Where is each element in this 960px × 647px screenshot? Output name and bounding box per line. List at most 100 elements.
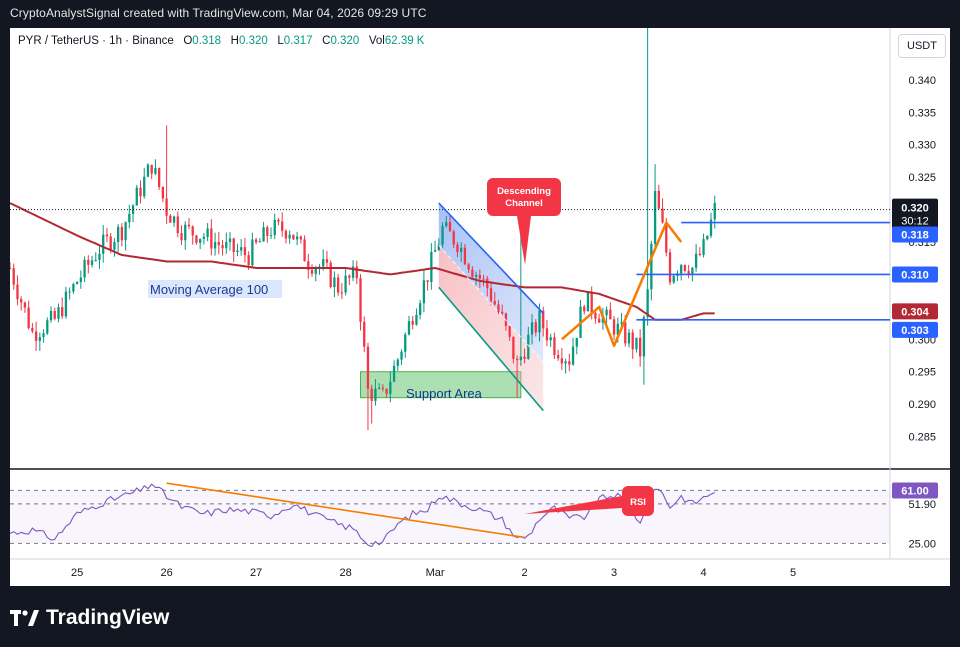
candle-body	[191, 226, 194, 236]
price-tick-label: 0.325	[908, 172, 936, 184]
candle-body	[680, 265, 683, 274]
candle-body	[515, 358, 519, 361]
candle-body	[672, 275, 675, 283]
high-value: 0.320	[238, 35, 268, 47]
candle-body	[389, 381, 392, 394]
candle-body	[206, 228, 209, 237]
candle-body	[128, 213, 131, 223]
candle-body	[20, 299, 23, 303]
rsi-tick-label: 51.90	[908, 499, 936, 511]
candle-body	[653, 190, 657, 244]
candle-body	[452, 231, 455, 245]
candle-body	[355, 266, 358, 279]
candle-body	[400, 351, 403, 360]
symbol-name[interactable]: PYR / TetherUS · 1h · Binance	[18, 35, 174, 47]
candle-body	[105, 234, 109, 237]
candle-body	[180, 233, 183, 241]
candle-body	[150, 164, 153, 174]
candle-body	[277, 219, 280, 222]
candle-body	[363, 321, 366, 347]
time-tick-label: Mar	[426, 567, 445, 579]
candle-body	[143, 176, 146, 197]
candle-body	[534, 322, 537, 333]
candle-body	[381, 387, 385, 389]
open-label: O	[183, 35, 193, 47]
candle-body	[325, 259, 329, 263]
candle-body	[377, 387, 381, 389]
moving-average-label: Moving Average 100	[150, 282, 268, 297]
candle-body	[288, 234, 291, 239]
candle-body	[187, 224, 191, 227]
candle-body	[109, 236, 112, 250]
candle-body	[314, 268, 317, 274]
candle-body	[64, 291, 68, 317]
candle-body	[247, 255, 250, 266]
candle-body	[642, 317, 646, 357]
candle-body	[87, 259, 90, 265]
candle-body	[445, 222, 448, 227]
price-tick-label: 0.295	[908, 367, 936, 379]
candle-body	[564, 361, 567, 364]
rsi-callout-label: RSI	[630, 497, 646, 508]
candle-body	[202, 236, 206, 239]
candle-body	[519, 356, 523, 361]
candle-body	[340, 292, 344, 294]
descending-channel-callout[interactable]	[487, 178, 561, 216]
candle-body	[422, 280, 426, 304]
candle-body	[72, 283, 75, 292]
candle-body	[463, 247, 467, 265]
candle-body	[523, 356, 526, 359]
candle-body	[586, 292, 590, 312]
candle-body	[172, 216, 176, 223]
candle-body	[199, 238, 202, 243]
candle-body	[98, 253, 101, 260]
candle-body	[366, 346, 370, 389]
candle-body	[284, 230, 288, 239]
candle-body	[225, 241, 228, 249]
candle-body	[668, 252, 672, 283]
candle-body	[493, 301, 496, 305]
candle-body	[698, 253, 701, 255]
candle-body	[53, 310, 56, 319]
candle-body	[702, 239, 705, 255]
candle-body	[609, 309, 612, 320]
candle-body	[560, 358, 564, 364]
candle-body	[571, 346, 575, 365]
candle-body	[575, 337, 578, 347]
candle-body	[251, 239, 254, 266]
time-tick-label: 25	[71, 567, 83, 579]
rsi-value-badge: 61.00	[901, 486, 929, 498]
candle-body	[16, 284, 19, 300]
candle-body	[482, 278, 485, 280]
candle-body	[474, 274, 478, 277]
candle-body	[262, 227, 265, 242]
close-value: 0.320	[330, 35, 360, 47]
candle-body	[90, 260, 94, 265]
candle-body	[501, 311, 504, 314]
candle-body	[433, 250, 437, 252]
currency-button[interactable]: USDT	[898, 34, 946, 58]
candle-body	[448, 222, 452, 232]
time-tick-label: 5	[790, 567, 796, 579]
price-chart[interactable]: Moving Average 100 Support Area Descending…	[10, 28, 950, 586]
candle-body	[292, 234, 295, 240]
candle-body	[269, 235, 273, 237]
candle-body	[683, 265, 687, 271]
candle-body	[195, 235, 198, 243]
candle-body	[597, 318, 601, 323]
candle-body	[359, 278, 362, 322]
candle-body	[38, 337, 41, 341]
rsi-band	[10, 490, 890, 544]
level-badge-0303: 0.303	[901, 325, 929, 337]
candle-body	[605, 309, 608, 316]
candle-body	[10, 267, 12, 269]
candle-body	[639, 337, 642, 357]
candle-body	[407, 321, 411, 335]
descending-channel-label-line2: Channel	[505, 198, 542, 209]
candle-body	[116, 226, 120, 242]
chart-frame[interactable]: Moving Average 100 Support Area Descending…	[10, 28, 950, 586]
candle-body	[303, 239, 306, 262]
candle-body	[530, 322, 534, 335]
candle-body	[176, 216, 179, 234]
candle-body	[161, 187, 165, 199]
